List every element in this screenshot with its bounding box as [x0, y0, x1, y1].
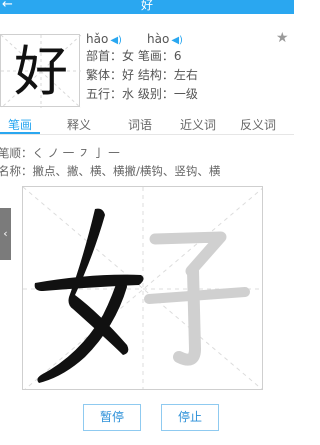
tab-bar: 笔画 释义 词语 近义词 反义词: [0, 113, 294, 135]
stroke-canvas: [23, 187, 262, 389]
pinyin-text: hào: [147, 32, 170, 46]
info-traditional-structure: 繁体：好 结构：左右: [86, 68, 198, 82]
speaker-icon[interactable]: ◀): [110, 35, 122, 46]
favorite-star-icon[interactable]: ★: [276, 30, 289, 46]
stroke-names-line: 名称：撇点、撇、横、横撇/横钩、竖钩、横: [0, 164, 221, 178]
character-preview-box: 好: [0, 34, 81, 108]
tab-antonyms[interactable]: 反义词: [240, 116, 276, 133]
pause-button[interactable]: 暂停: [83, 404, 141, 431]
pinyin-1[interactable]: hǎo ◀): [86, 32, 122, 46]
side-drawer-handle[interactable]: ‹: [0, 208, 11, 260]
stroke-animation-board: [22, 186, 263, 390]
info-element-level: 五行：水 级别：一级: [86, 87, 198, 101]
pinyin-2[interactable]: hào ◀): [147, 32, 183, 46]
pending-strokes: [144, 231, 250, 366]
page-title: 好: [140, 0, 153, 12]
info-radical-strokes: 部首：女 笔画：6: [86, 49, 182, 63]
tab-strokes[interactable]: 笔画: [8, 116, 32, 133]
pinyin-text: hǎo: [86, 32, 109, 46]
tab-words[interactable]: 词语: [128, 116, 152, 133]
stroke-order-line: 笔顺：く ノ 一 ㇇ 亅 一: [0, 146, 120, 160]
speaker-icon[interactable]: ◀): [171, 35, 183, 46]
completed-strokes: [34, 208, 144, 383]
stop-button[interactable]: 停止: [161, 404, 219, 431]
tab-synonyms[interactable]: 近义词: [180, 116, 216, 133]
character-glyph: 好: [14, 39, 68, 103]
divider: [0, 134, 294, 135]
title-bar: ← 好: [0, 0, 294, 14]
tab-meaning[interactable]: 释义: [67, 116, 91, 133]
